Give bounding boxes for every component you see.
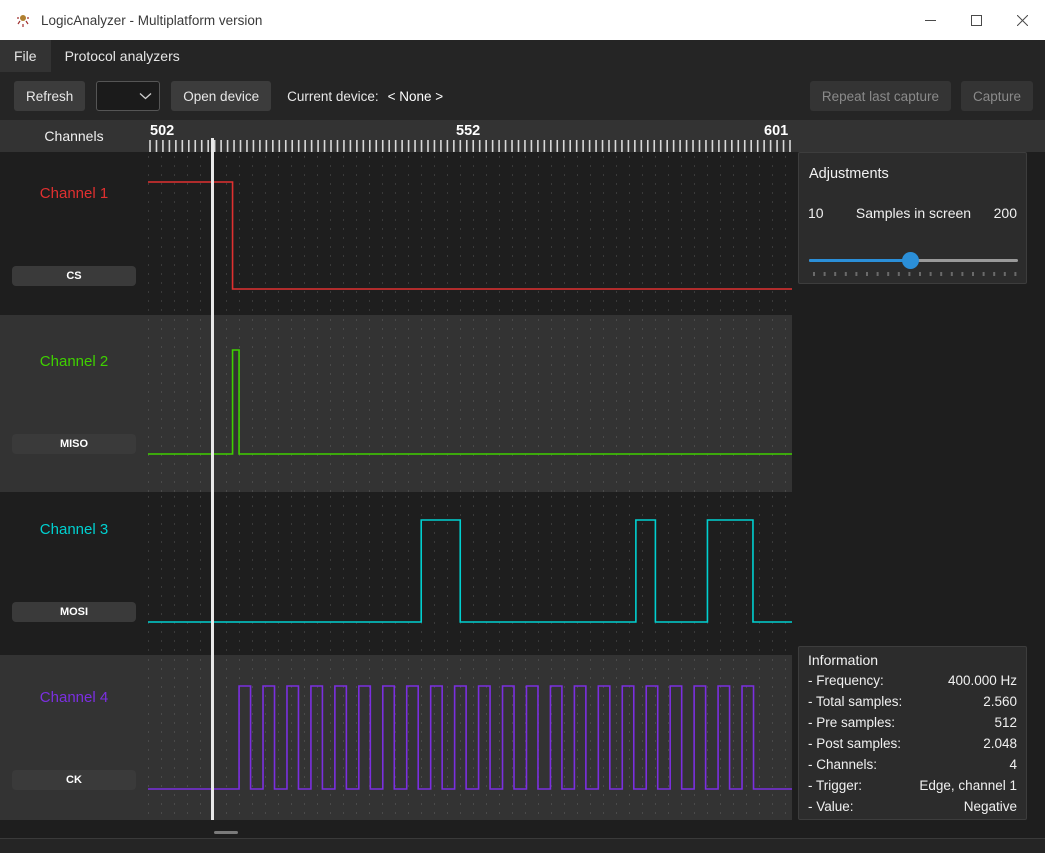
channel-tag-button-2[interactable]: MISO bbox=[12, 434, 136, 454]
info-value: 2.560 bbox=[983, 694, 1017, 709]
current-device-label: Current device: bbox=[287, 88, 379, 104]
ruler-label-middle: 552 bbox=[456, 123, 481, 139]
info-value: Negative bbox=[963, 799, 1017, 814]
info-value: Edge, channel 1 bbox=[919, 778, 1017, 793]
status-bar bbox=[0, 839, 1045, 853]
info-value: 512 bbox=[994, 715, 1017, 730]
slider-ticks bbox=[813, 272, 1017, 276]
channel-waveform-3[interactable] bbox=[148, 492, 792, 655]
capture-button[interactable]: Capture bbox=[960, 81, 1033, 111]
channel-row: Channel 3 MOSI bbox=[0, 492, 792, 655]
channel-tag-button-1[interactable]: CS bbox=[12, 266, 136, 286]
information-title: Information bbox=[808, 652, 879, 668]
trigger-marker-head bbox=[211, 138, 214, 152]
app-icon bbox=[14, 11, 32, 29]
title-bar: LogicAnalyzer - Multiplatform version bbox=[0, 0, 1045, 40]
info-row: - Post samples: 2.048 bbox=[808, 733, 1017, 754]
info-key: - Pre samples: bbox=[808, 715, 896, 730]
info-key: - Post samples: bbox=[808, 736, 902, 751]
information-panel: Information - Frequency: 400.000 Hz - Tota… bbox=[798, 646, 1027, 820]
channel-tag-button-4[interactable]: CK bbox=[12, 770, 136, 790]
samples-max-label: 200 bbox=[993, 205, 1017, 221]
trigger-marker[interactable] bbox=[211, 152, 214, 820]
channel-row: Channel 1 CS bbox=[0, 152, 792, 315]
repeat-last-capture-button[interactable]: Repeat last capture bbox=[809, 81, 951, 111]
channel-label-column: Channel 4 CK bbox=[0, 655, 148, 820]
channels-header-label: Channels bbox=[44, 128, 104, 144]
info-value: 2.048 bbox=[983, 736, 1017, 751]
channel-waveform-2[interactable] bbox=[148, 315, 792, 492]
info-value: 4 bbox=[1009, 757, 1017, 772]
h-scroll-thumb[interactable] bbox=[214, 831, 238, 834]
menu-bar: File Protocol analyzers bbox=[0, 40, 1045, 72]
sample-ruler[interactable]: 502 552 601 bbox=[148, 120, 792, 152]
channel-name-1: Channel 1 bbox=[39, 185, 109, 202]
channel-tag-button-3[interactable]: MOSI bbox=[12, 602, 136, 622]
close-icon[interactable] bbox=[999, 0, 1045, 40]
channel-name-4: Channel 4 bbox=[39, 689, 109, 706]
header-right-filler bbox=[792, 120, 1045, 152]
current-device-value: < None > bbox=[387, 88, 444, 104]
ruler-label-start: 502 bbox=[150, 123, 175, 139]
window-title: LogicAnalyzer - Multiplatform version bbox=[41, 12, 263, 28]
slider-thumb[interactable] bbox=[902, 252, 919, 269]
channel-row: Channel 2 MISO bbox=[0, 315, 792, 492]
ruler-ticks bbox=[149, 140, 791, 152]
channel-row: Channel 4 CK bbox=[0, 655, 792, 820]
menu-item-protocol-analyzers[interactable]: Protocol analyzers bbox=[51, 40, 194, 72]
channel-label-column: Channel 1 CS bbox=[0, 152, 148, 315]
channel-waveform-1[interactable] bbox=[148, 152, 792, 315]
maximize-icon[interactable] bbox=[953, 0, 999, 40]
device-select[interactable] bbox=[96, 81, 161, 111]
minimize-icon[interactable] bbox=[907, 0, 953, 40]
samples-slider[interactable] bbox=[809, 248, 1018, 278]
ruler-label-end: 601 bbox=[764, 123, 789, 139]
info-row: - Pre samples: 512 bbox=[808, 712, 1017, 733]
chevron-down-icon bbox=[139, 92, 152, 100]
info-row: - Frequency: 400.000 Hz bbox=[808, 670, 1017, 691]
channel-name-3: Channel 3 bbox=[39, 521, 109, 538]
info-key: - Trigger: bbox=[808, 778, 863, 793]
channel-name-2: Channel 2 bbox=[39, 353, 109, 370]
info-key: - Channels: bbox=[808, 757, 878, 772]
channel-waveform-4[interactable] bbox=[148, 655, 792, 820]
window-controls bbox=[907, 0, 1045, 40]
info-row: - Value: Negative bbox=[808, 796, 1017, 817]
menu-item-file[interactable]: File bbox=[0, 40, 51, 72]
adjustments-panel: Adjustments 10 Samples in screen 200 bbox=[798, 152, 1027, 284]
channel-label-column: Channel 2 MISO bbox=[0, 315, 148, 492]
open-device-button[interactable]: Open device bbox=[171, 81, 272, 111]
slider-track-fill bbox=[809, 259, 910, 262]
info-key: - Frequency: bbox=[808, 673, 884, 688]
info-key: - Total samples: bbox=[808, 694, 903, 709]
info-row: - Trigger: Edge, channel 1 bbox=[808, 775, 1017, 796]
logic-analyzer-window: LogicAnalyzer - Multiplatform version Fi… bbox=[0, 0, 1045, 853]
toolbar: Refresh Open device Current device: < No… bbox=[0, 72, 1045, 120]
info-value: 400.000 Hz bbox=[947, 673, 1017, 688]
waveform-area[interactable]: Channel 1 CS Channel 2 MISO Channel 3 MOSI Cha… bbox=[0, 152, 792, 820]
timeline-header: Channels 502 552 601 bbox=[0, 120, 1045, 152]
channel-label-column: Channel 3 MOSI bbox=[0, 492, 148, 655]
refresh-button[interactable]: Refresh bbox=[14, 81, 86, 111]
info-key: - Value: bbox=[808, 799, 854, 814]
info-row: - Total samples: 2.560 bbox=[808, 691, 1017, 712]
info-row: - Channels: 4 bbox=[808, 754, 1017, 775]
adjustments-title: Adjustments bbox=[809, 166, 889, 182]
